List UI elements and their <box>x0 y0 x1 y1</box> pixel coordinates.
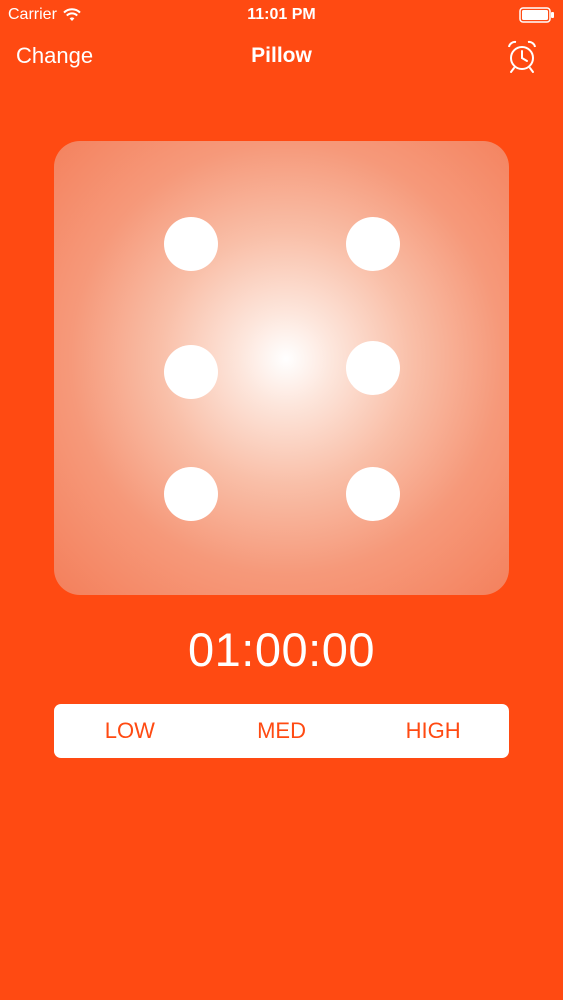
dice-pip <box>164 467 218 521</box>
dice-pip <box>346 217 400 271</box>
dice-button[interactable] <box>54 141 509 595</box>
dice-pip <box>164 345 218 399</box>
navigation-bar: Change Pillow <box>0 30 563 86</box>
app-screen: Carrier 11:01 PM Change Pillow 01:00:00 … <box>0 0 563 1000</box>
status-bar: Carrier 11:01 PM <box>0 0 563 30</box>
intensity-segmented-control: LOW MED HIGH <box>54 704 509 758</box>
intensity-low-option[interactable]: LOW <box>54 704 206 758</box>
timer-display: 01:00:00 <box>188 623 375 676</box>
status-time: 11:01 PM <box>247 6 316 23</box>
intensity-med-option[interactable]: MED <box>206 704 358 758</box>
dice-pip <box>346 467 400 521</box>
dice-pip <box>346 341 400 395</box>
dice-pip <box>164 217 218 271</box>
battery-icon <box>519 7 554 23</box>
intensity-high-option[interactable]: HIGH <box>357 704 509 758</box>
page-title: Pillow <box>251 44 312 67</box>
alarm-clock-icon[interactable] <box>505 38 539 74</box>
